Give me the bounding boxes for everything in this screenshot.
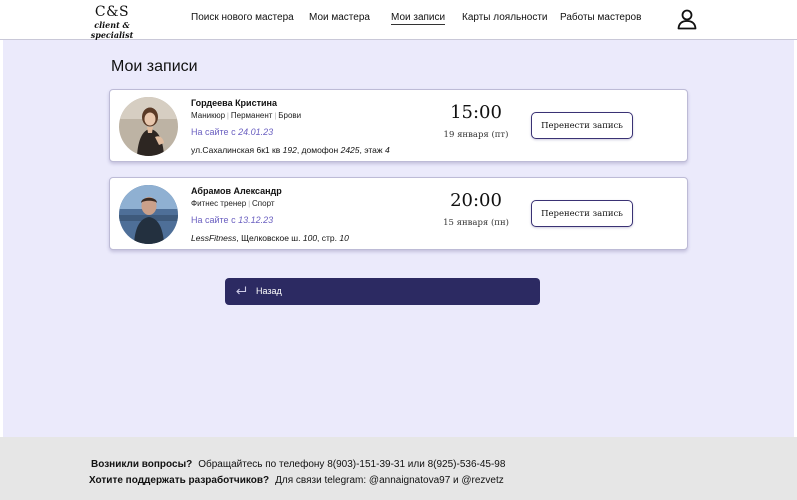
master-name: Гордеева Кристина xyxy=(191,98,277,108)
footer-question: Возникли вопросы? xyxy=(91,459,193,470)
page-title: Мои записи xyxy=(111,58,198,75)
footer: Возникли вопросы? Обращайтесь по телефону… xyxy=(0,437,797,500)
nav-masters-works[interactable]: Работы мастеров xyxy=(560,12,641,23)
footer-questions: Возникли вопросы? Обращайтесь по телефону… xyxy=(91,459,505,470)
member-since-label: На сайте с xyxy=(191,215,236,225)
logo-main: C&S xyxy=(94,4,130,20)
address: ул.Сахалинская 6к1 кв 192, домофон 2425,… xyxy=(191,145,390,155)
user-icon[interactable] xyxy=(676,8,698,30)
nav-loyalty-cards[interactable]: Карты лояльности xyxy=(462,12,548,23)
service-tags: Маникюр | Перманент | Брови xyxy=(191,111,301,120)
top-nav-bar: C&S client & specialist Поиск нового мас… xyxy=(0,0,797,40)
member-since-date: 24.01.23 xyxy=(238,127,274,137)
tag-separator: | xyxy=(248,201,251,208)
footer-support-question: Хотите поддержать разработчиков? xyxy=(89,475,270,486)
tag-separator: | xyxy=(227,113,229,120)
service-tag: Фитнес тренер xyxy=(191,199,247,208)
appointment-date: 15 января (пн) xyxy=(443,218,509,228)
reschedule-button[interactable]: Перенести запись xyxy=(531,200,633,227)
service-tag: Перманент xyxy=(230,111,273,120)
member-since-date: 13.12.23 xyxy=(238,215,274,225)
back-button-label: Назад xyxy=(256,286,282,296)
member-since: На сайте с 24.01.23 xyxy=(191,127,273,137)
footer-phone-text: Обращайтесь по телефону 8(903)-151-39-31… xyxy=(198,459,506,470)
master-name: Абрамов Александр xyxy=(191,186,282,196)
tag-separator: | xyxy=(274,113,277,120)
appointment-card: Абрамов Александр Фитнес тренер | Спорт На… xyxy=(109,177,688,250)
member-since-label: На сайте с xyxy=(191,127,236,137)
footer-telegram-text: Для связи telegram: @annaignatova97 и @r… xyxy=(275,475,504,486)
service-tag: Маникюр xyxy=(191,111,226,120)
avatar[interactable] xyxy=(119,97,178,156)
nav-my-masters[interactable]: Мои мастера xyxy=(309,12,370,23)
reschedule-button[interactable]: Перенести запись xyxy=(531,112,633,139)
address: LessFitness, Щелковское ш. 100, стр. 10 xyxy=(191,233,349,243)
back-button[interactable]: Назад xyxy=(225,278,540,305)
appointment-time: 15:00 xyxy=(450,102,502,123)
appointment-date: 19 января (пт) xyxy=(443,130,509,140)
return-arrow-icon xyxy=(236,286,247,295)
appointment-card: Гордеева Кристина Маникюр | Перманент | Бров… xyxy=(109,89,688,162)
appointment-time: 20:00 xyxy=(450,190,502,211)
footer-support: Хотите поддержать разработчиков? Для связ… xyxy=(89,475,504,486)
member-since: На сайте с 13.12.23 xyxy=(191,215,273,225)
logo[interactable]: C&S client & specialist xyxy=(72,4,152,40)
avatar[interactable] xyxy=(119,185,178,244)
nav-my-appointments[interactable]: Мои записи xyxy=(391,12,446,25)
service-tags: Фитнес тренер | Спорт xyxy=(191,199,275,208)
service-tag: Брови xyxy=(278,111,302,120)
nav-find-master[interactable]: Поиск нового мастера xyxy=(191,12,294,23)
service-tag: Спорт xyxy=(252,199,275,208)
logo-tagline: client & specialist xyxy=(90,20,134,40)
